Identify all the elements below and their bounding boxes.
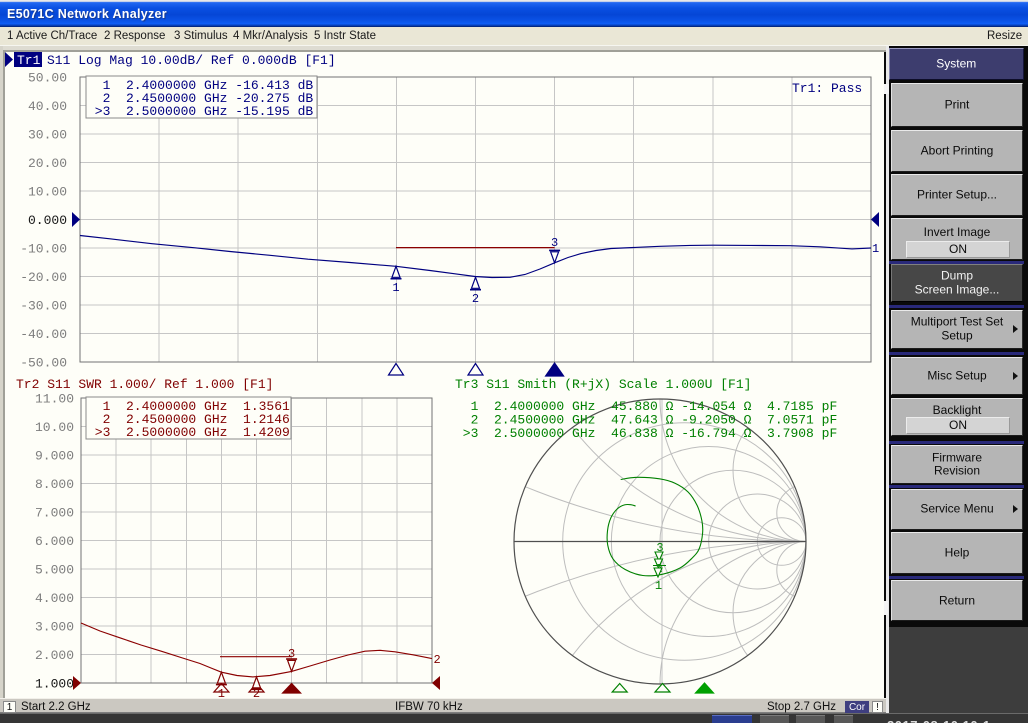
svg-text:-10.00: -10.00 <box>20 242 67 257</box>
svg-text:3.000: 3.000 <box>35 620 74 635</box>
svg-text:-30.00: -30.00 <box>20 299 67 314</box>
svg-text:>3 2.5000000 GHz 1.4209: >3 2.5000000 GHz 1.4209 <box>87 425 290 440</box>
svg-text:Tr1: Tr1 <box>17 53 41 68</box>
svg-text:-20.00: -20.00 <box>20 270 67 285</box>
svg-text:Tr1: Pass: Tr1: Pass <box>792 81 862 96</box>
svg-text:9.000: 9.000 <box>35 449 74 464</box>
svg-text:10.00: 10.00 <box>28 185 67 200</box>
svg-text:1: 1 <box>392 281 399 295</box>
svg-text:0.000: 0.000 <box>28 213 67 228</box>
svg-text:-50.00: -50.00 <box>20 356 67 371</box>
svg-text:S11 Log Mag 10.00dB/ Ref 0.000: S11 Log Mag 10.00dB/ Ref 0.000dB [F1] <box>47 53 336 68</box>
svg-text:Tr2 S11 SWR 1.000/ Ref 1.000 [: Tr2 S11 SWR 1.000/ Ref 1.000 [F1] <box>16 377 273 392</box>
svg-text:20.00: 20.00 <box>28 156 67 171</box>
svg-text:50.00: 50.00 <box>28 71 67 86</box>
svg-text:2: 2 <box>434 653 441 667</box>
svg-text:40.00: 40.00 <box>28 99 67 114</box>
svg-text:>3 2.5000000 GHz -15.195 dB: >3 2.5000000 GHz -15.195 dB <box>87 104 313 119</box>
svg-text:7.000: 7.000 <box>35 506 74 521</box>
svg-text:4.000: 4.000 <box>35 591 74 606</box>
svg-text:8.000: 8.000 <box>35 477 74 492</box>
svg-text:3: 3 <box>288 647 295 661</box>
svg-text:>3 2.5000000 GHz 46.838 Ω -1: >3 2.5000000 GHz 46.838 Ω -16.794 Ω 3.79… <box>455 426 837 441</box>
svg-text:6.000: 6.000 <box>35 534 74 549</box>
svg-text:2: 2 <box>472 292 479 306</box>
svg-text:1: 1 <box>655 579 662 593</box>
svg-text:1.000: 1.000 <box>35 677 74 692</box>
svg-text:5.000: 5.000 <box>35 563 74 578</box>
svg-text:Tr3 S11 Smith (R+jX) Scale 1.0: Tr3 S11 Smith (R+jX) Scale 1.000U [F1] <box>455 377 751 392</box>
svg-text:1: 1 <box>872 242 879 256</box>
svg-text:2.000: 2.000 <box>35 648 74 663</box>
svg-text:11.00: 11.00 <box>35 392 74 407</box>
svg-text:3: 3 <box>551 236 558 250</box>
svg-text:10.00: 10.00 <box>35 420 74 435</box>
svg-text:-40.00: -40.00 <box>20 327 67 342</box>
svg-text:30.00: 30.00 <box>28 128 67 143</box>
